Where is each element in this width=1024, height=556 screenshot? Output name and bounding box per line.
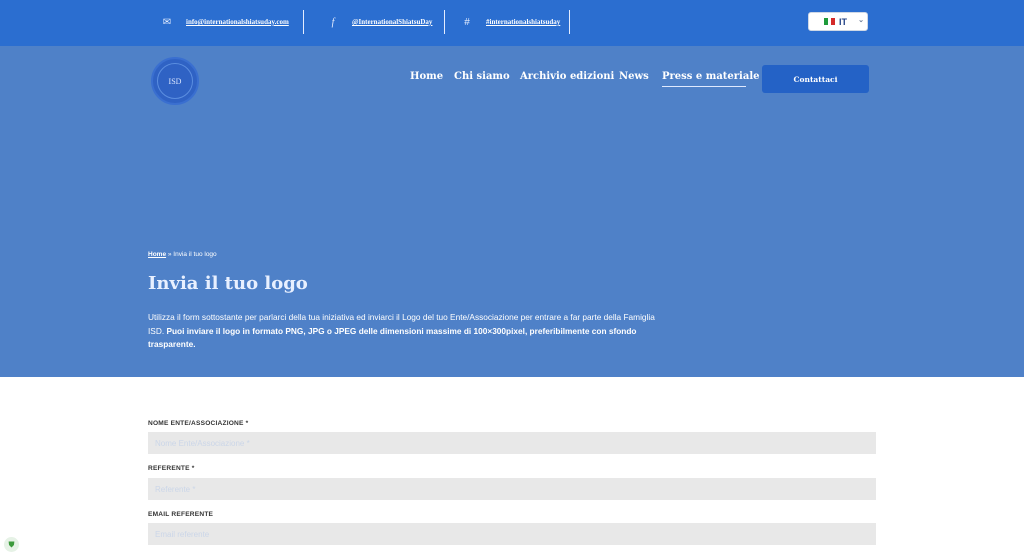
page-title: Invia il tuo logo bbox=[148, 273, 308, 294]
field-label-text: NOME ENTE/ASSOCIAZIONE bbox=[148, 420, 244, 427]
email-referente-input[interactable] bbox=[148, 523, 876, 545]
language-select[interactable]: IT ⌄ bbox=[808, 12, 868, 31]
page-description: Utilizza il form sottostante per parlarc… bbox=[148, 311, 658, 352]
logo-mark: ISD bbox=[157, 63, 193, 99]
field-label-text: REFERENTE bbox=[148, 465, 190, 472]
nav-press-e-materiale[interactable]: Press e materiale bbox=[662, 71, 760, 82]
top-bar: ✉ info@internationalshiatsuday.com f @In… bbox=[0, 0, 1024, 46]
shield-icon[interactable]: ⛊ bbox=[4, 537, 19, 552]
facebook-link[interactable]: @InternationalShiatsuDay bbox=[352, 18, 432, 26]
field-label-email-referente: EMAIL REFERENTE bbox=[148, 511, 213, 518]
nav-news[interactable]: News bbox=[619, 71, 649, 82]
field-label-referente: REFERENTE * bbox=[148, 465, 195, 472]
nome-ente-input[interactable] bbox=[148, 432, 876, 454]
envelope-icon: ✉ bbox=[162, 16, 172, 28]
breadcrumb-home[interactable]: Home bbox=[148, 251, 166, 258]
chevron-down-icon: ⌄ bbox=[858, 17, 864, 24]
nav-chi-siamo[interactable]: Chi siamo bbox=[454, 71, 510, 82]
italy-flag-icon bbox=[824, 18, 836, 25]
language-label: IT bbox=[839, 16, 847, 27]
topbar-email: ✉ info@internationalshiatsuday.com bbox=[162, 10, 289, 34]
nav-archivio-edizioni[interactable]: Archivio edizioni bbox=[520, 71, 614, 82]
breadcrumb-current: Invia il tuo logo bbox=[173, 251, 217, 258]
topbar-facebook: f @InternationalShiatsuDay bbox=[328, 10, 433, 34]
topbar-hashtag: # #internationalshiatsuday bbox=[462, 10, 560, 34]
email-link[interactable]: info@internationalshiatsuday.com bbox=[186, 18, 289, 26]
nav-home[interactable]: Home bbox=[410, 71, 443, 82]
description-bold-text: Puoi inviare il logo in formato PNG, JPG… bbox=[148, 325, 637, 350]
topbar-divider bbox=[444, 10, 445, 34]
topbar-divider bbox=[303, 10, 304, 34]
field-label-nome-ente: NOME ENTE/ASSOCIAZIONE * bbox=[148, 420, 248, 427]
field-label-text: EMAIL REFERENTE bbox=[148, 511, 214, 518]
breadcrumb: Home » Invia il tuo logo bbox=[148, 251, 217, 258]
contattaci-button[interactable]: Contattaci bbox=[762, 65, 869, 93]
required-marker: * bbox=[191, 465, 195, 472]
active-nav-underline bbox=[662, 86, 746, 87]
hashtag-link[interactable]: #internationalshiatsuday bbox=[486, 18, 560, 26]
topbar-divider bbox=[569, 10, 570, 34]
facebook-icon: f bbox=[331, 16, 335, 28]
required-marker: * bbox=[245, 420, 249, 427]
hash-icon: # bbox=[464, 16, 470, 28]
referente-input[interactable] bbox=[148, 478, 876, 500]
logo-text: ISD bbox=[168, 76, 182, 86]
site-logo[interactable]: ISD bbox=[151, 57, 199, 105]
